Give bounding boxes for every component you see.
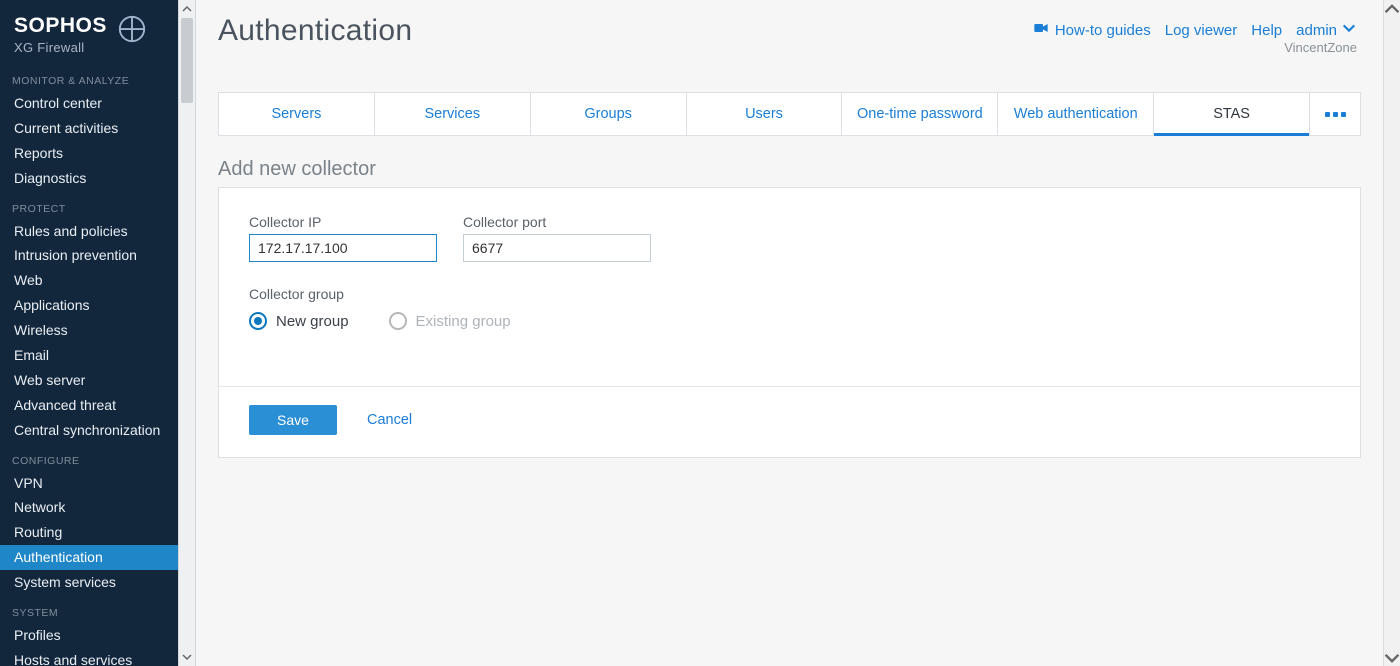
main-content: Authentication How-to guides Log viewer … (196, 0, 1383, 666)
window-scrollbar[interactable] (1383, 0, 1400, 666)
tab-one-time-password[interactable]: One-time password (842, 93, 998, 135)
howto-guides-label: How-to guides (1055, 22, 1151, 39)
save-button[interactable]: Save (249, 405, 337, 435)
sidebar-item-vpn[interactable]: VPN (0, 471, 178, 496)
sidebar-item-applications[interactable]: Applications (0, 293, 178, 318)
nav-section-label: PROTECT (10, 203, 178, 219)
scrollbar-track[interactable] (179, 18, 195, 648)
admin-label: admin (1296, 22, 1337, 39)
nav-section-label: MONITOR & ANALYZE (10, 75, 178, 91)
collector-port-input[interactable] (463, 234, 651, 262)
collector-port-label: Collector port (463, 214, 651, 230)
tab-more[interactable] (1310, 93, 1360, 135)
sidebar-item-current-activities[interactable]: Current activities (0, 116, 178, 141)
radio-selected-icon (249, 312, 267, 330)
brand-wordmark: SOPHOS XG Firewall (14, 14, 107, 55)
chevron-down-icon (1341, 20, 1357, 40)
sidebar-scrollbar[interactable] (178, 0, 196, 666)
top-links: How-to guides Log viewer Help admin Vinc… (1033, 14, 1357, 40)
tab-stas[interactable]: STAS (1154, 93, 1310, 135)
panel-divider (219, 386, 1360, 387)
help-link[interactable]: Help (1251, 22, 1282, 39)
sidebar-item-hosts-and-services[interactable]: Hosts and services (0, 648, 178, 666)
collector-ip-field: Collector IP (249, 214, 437, 262)
sidebar-item-authentication[interactable]: Authentication (0, 545, 178, 570)
sidebar-item-central-synchronization[interactable]: Central synchronization (0, 418, 178, 443)
more-icon (1325, 112, 1346, 117)
log-viewer-link[interactable]: Log viewer (1165, 22, 1238, 39)
tab-web-authentication[interactable]: Web authentication (998, 93, 1154, 135)
collector-ip-label: Collector IP (249, 214, 437, 230)
tab-groups[interactable]: Groups (531, 93, 687, 135)
scrollbar-track[interactable] (1384, 17, 1400, 649)
page-title: Authentication (218, 14, 1033, 48)
sidebar-item-profiles[interactable]: Profiles (0, 623, 178, 648)
cancel-button[interactable]: Cancel (367, 412, 412, 428)
tab-servers[interactable]: Servers (219, 93, 375, 135)
howto-guides-link[interactable]: How-to guides (1033, 20, 1151, 40)
sidebar-item-wireless[interactable]: Wireless (0, 318, 178, 343)
radio-new-group-label: New group (276, 313, 349, 330)
sidebar-item-email[interactable]: Email (0, 343, 178, 368)
nav-section: PROTECTRules and policiesIntrusion preve… (0, 193, 178, 445)
scroll-down-icon[interactable] (1384, 649, 1400, 666)
scroll-up-icon[interactable] (1384, 0, 1400, 17)
brand-block: SOPHOS XG Firewall (0, 0, 178, 65)
form-row: Collector IP Collector port (249, 214, 1330, 262)
brand-product: XG Firewall (14, 40, 107, 55)
sidebar-item-intrusion-prevention[interactable]: Intrusion prevention (0, 243, 178, 268)
video-icon (1033, 20, 1049, 40)
sidebar: SOPHOS XG Firewall MONITOR & ANALYZECont… (0, 0, 178, 666)
sidebar-item-rules-and-policies[interactable]: Rules and policies (0, 219, 178, 244)
sidebar-item-reports[interactable]: Reports (0, 141, 178, 166)
topbar: Authentication How-to guides Log viewer … (196, 0, 1383, 48)
form-actions: Save Cancel (249, 405, 1330, 435)
nav-section: CONFIGUREVPNNetworkRoutingAuthentication… (0, 445, 178, 597)
scroll-down-icon[interactable] (179, 648, 195, 666)
nav-section: SYSTEMProfilesHosts and servicesAdminist… (0, 597, 178, 666)
sidebar-item-diagnostics[interactable]: Diagnostics (0, 166, 178, 191)
sidebar-nav: MONITOR & ANALYZEControl centerCurrent a… (0, 65, 178, 666)
nav-section-label: CONFIGURE (10, 455, 178, 471)
sidebar-item-web[interactable]: Web (0, 268, 178, 293)
scroll-up-icon[interactable] (179, 0, 195, 18)
sidebar-item-system-services[interactable]: System services (0, 570, 178, 595)
admin-menu[interactable]: admin (1296, 20, 1357, 40)
brand-logo-icon (117, 14, 147, 44)
sidebar-item-control-center[interactable]: Control center (0, 91, 178, 116)
tab-services[interactable]: Services (375, 93, 531, 135)
nav-section-label: SYSTEM (10, 607, 178, 623)
collector-group-label: Collector group (249, 286, 1330, 302)
sidebar-item-network[interactable]: Network (0, 495, 178, 520)
scrollbar-thumb[interactable] (181, 18, 193, 103)
collector-ip-input[interactable] (249, 234, 437, 262)
radio-unselected-icon (389, 312, 407, 330)
brand-name: SOPHOS (14, 14, 107, 38)
section-title: Add new collector (218, 158, 1361, 181)
tab-users[interactable]: Users (687, 93, 843, 135)
sidebar-item-web-server[interactable]: Web server (0, 368, 178, 393)
sidebar-item-advanced-threat[interactable]: Advanced threat (0, 393, 178, 418)
sidebar-item-routing[interactable]: Routing (0, 520, 178, 545)
radio-new-group[interactable]: New group (249, 312, 349, 330)
radio-existing-group[interactable]: Existing group (389, 312, 511, 330)
org-name: VincentZone (1284, 40, 1357, 55)
form-panel: Collector IP Collector port Collector gr… (218, 187, 1361, 458)
collector-port-field: Collector port (463, 214, 651, 262)
collector-group-radios: New group Existing group (249, 312, 1330, 330)
tab-bar: ServersServicesGroupsUsersOne-time passw… (218, 92, 1361, 136)
nav-section: MONITOR & ANALYZEControl centerCurrent a… (0, 65, 178, 193)
radio-existing-group-label: Existing group (416, 313, 511, 330)
